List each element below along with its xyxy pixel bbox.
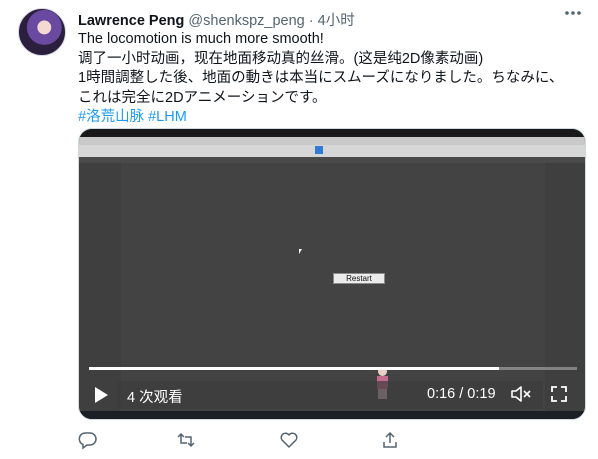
tweet-header: Lawrence Peng @shenkspz_peng · 4小时 [78, 9, 355, 30]
fullscreen-icon[interactable] [549, 384, 569, 404]
tweet-line-3: 1時間調整した後、地面の動きは本当にスムーズになりました。ちなみに、 [78, 70, 564, 86]
tweet-actions [78, 430, 578, 450]
tweet-text: The locomotion is much more smooth! 调了一小… [78, 30, 583, 128]
more-options-button[interactable] [562, 6, 584, 22]
time-readout: 0:16 / 0:19 [427, 386, 496, 402]
volume-muted-icon[interactable] [510, 384, 532, 404]
tweet-timestamp[interactable]: 4小时 [318, 13, 355, 29]
more-horizontal-icon [565, 11, 581, 15]
play-icon[interactable] [95, 387, 108, 403]
reply-icon[interactable] [78, 430, 98, 450]
editor-toolbar [79, 145, 585, 157]
video-progress-bar[interactable] [89, 367, 577, 370]
video-player[interactable]: Restart 4 次观看 0:16 / 0:19 [78, 128, 586, 420]
author-name[interactable]: Lawrence Peng [78, 13, 184, 29]
mouse-cursor [299, 249, 302, 254]
share-icon[interactable] [380, 430, 400, 450]
header-separator: · [308, 13, 314, 29]
hashtag-row: #洛荒山脉 #LHM [78, 108, 583, 128]
os-taskbar [79, 411, 585, 419]
hashtag-link[interactable]: #LHM [148, 109, 187, 125]
author-handle[interactable]: @shenkspz_peng [188, 13, 304, 29]
tweet-line-4: これは完全に2Dアニメーションです。 [78, 89, 327, 106]
view-count: 4 次观看 [127, 390, 183, 406]
video-controls: 4 次观看 0:16 / 0:19 [79, 379, 585, 411]
retweet-icon[interactable] [176, 430, 196, 450]
editor-menu-bar [79, 137, 585, 145]
tweet-line-2: 调了一小时动画，现在地面移动真的丝滑。(这是纯2D像素动画) [78, 50, 484, 67]
like-icon[interactable] [279, 430, 299, 450]
restart-button: Restart [333, 273, 385, 284]
tweet-line-1: The locomotion is much more smooth! [78, 31, 324, 47]
author-avatar[interactable] [18, 8, 66, 56]
video-progress-fill [89, 367, 499, 370]
hashtag-link[interactable]: #洛荒山脉 [78, 109, 144, 125]
editor-play-button [315, 146, 323, 154]
editor-title-bar [79, 129, 585, 137]
